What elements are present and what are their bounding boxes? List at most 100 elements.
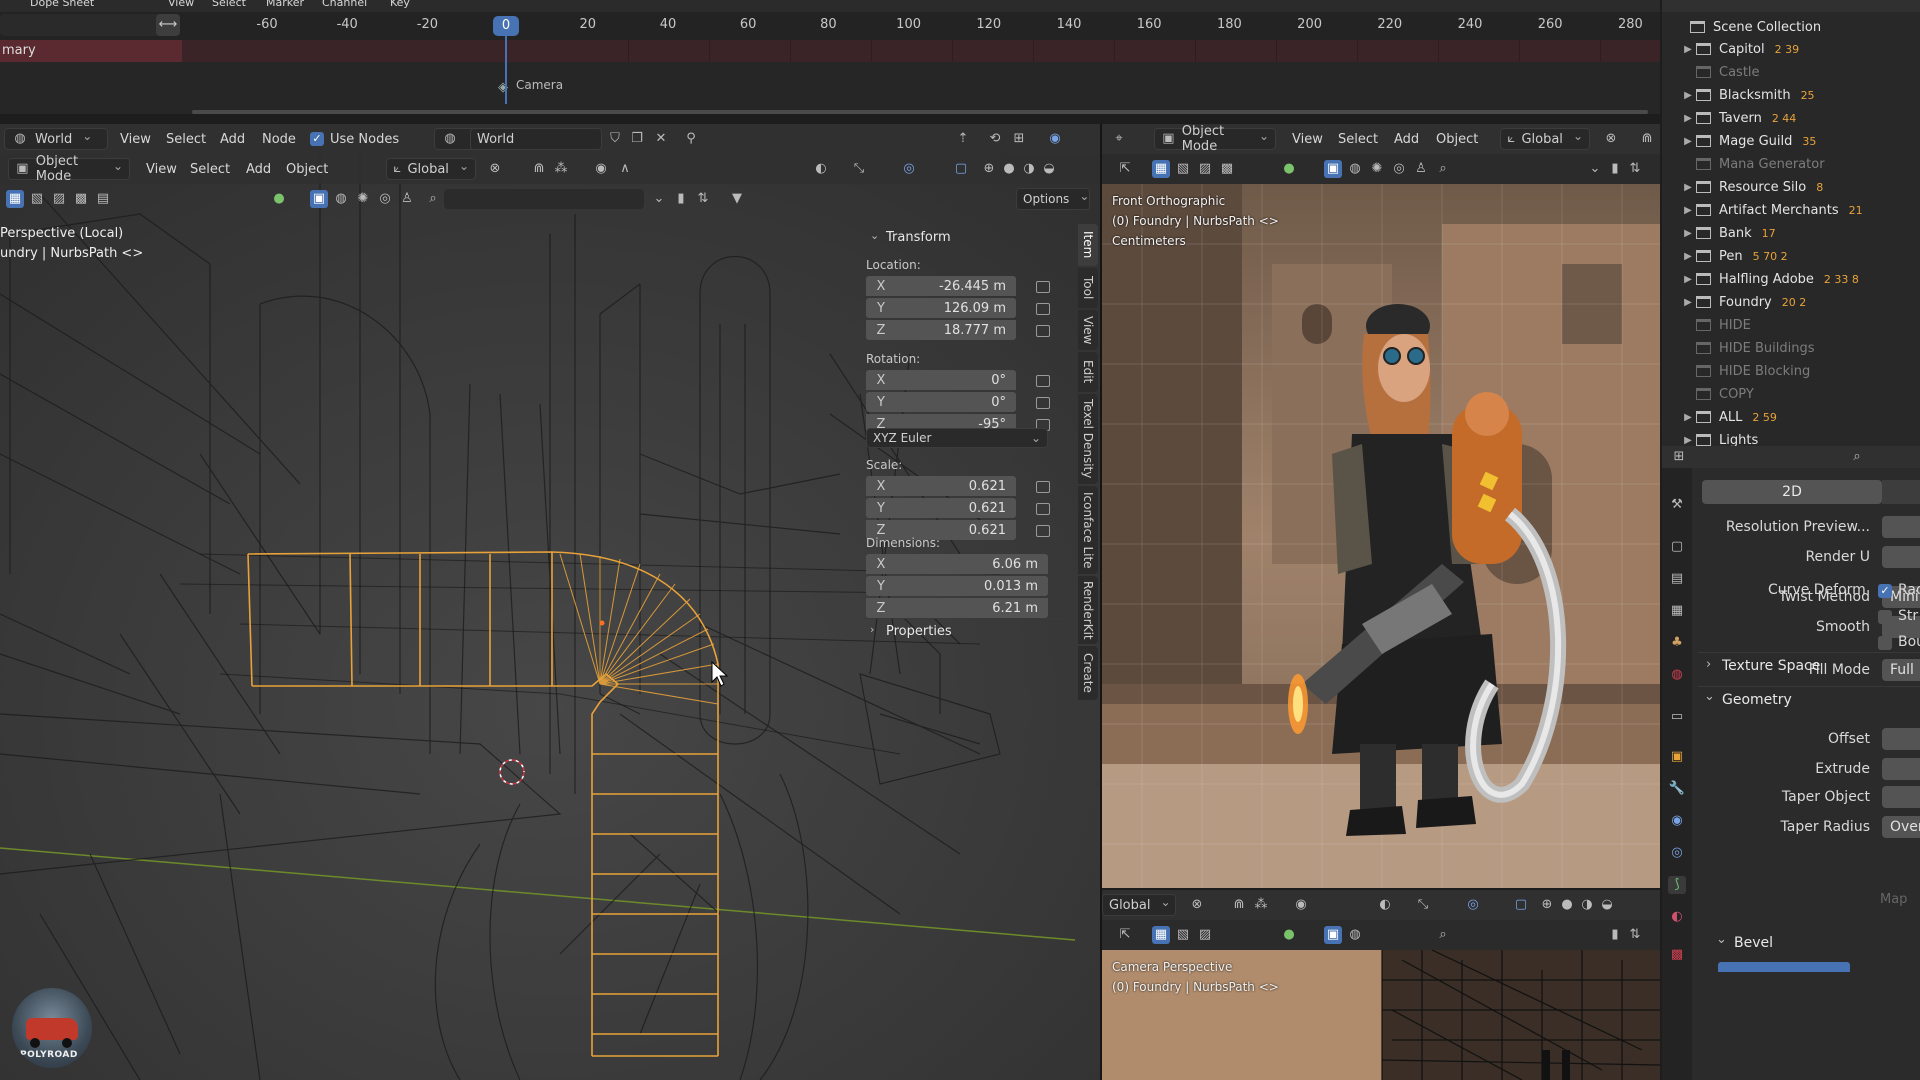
proportional-edit-icon[interactable]: ◉: [1292, 896, 1310, 914]
select-subtract-icon[interactable]: ▨: [1196, 926, 1214, 944]
dopesheet-search[interactable]: [0, 14, 180, 36]
mesh-filter-icon[interactable]: ▣: [1324, 926, 1342, 944]
select-box-icon[interactable]: ▦: [1152, 926, 1170, 944]
object-tab-icon[interactable]: ▣: [1668, 748, 1686, 766]
unlink-icon[interactable]: ✕: [652, 130, 670, 148]
geometry-prop-field[interactable]: [1882, 758, 1920, 780]
outliner-collection[interactable]: ▶ Mage Guild 35: [1680, 130, 1920, 152]
outliner-collection[interactable]: ▶ Lights: [1680, 429, 1920, 446]
lock-icon[interactable]: [1036, 281, 1050, 293]
tool-tab-icon[interactable]: ⚒: [1668, 496, 1686, 514]
location-field-x[interactable]: X -26.445 m: [866, 276, 1016, 296]
scale-field-y[interactable]: Y 0.621: [866, 498, 1016, 518]
rotation-mode-dropdown[interactable]: XYZ Euler ⌄: [866, 428, 1048, 448]
lock-icon[interactable]: [1036, 325, 1050, 337]
outliner-collection[interactable]: ▶ Foundry 20 2: [1680, 291, 1920, 313]
material-shading-icon[interactable]: ◑: [1578, 896, 1596, 914]
select-subtract-icon[interactable]: ▨: [1196, 160, 1214, 178]
expand-arrow-icon[interactable]: ▶: [1680, 182, 1696, 193]
collection-tab-icon[interactable]: ▭: [1668, 708, 1686, 726]
outliner-collection[interactable]: HIDE Buildings: [1680, 337, 1920, 359]
rotation-field-y[interactable]: Y 0°: [866, 392, 1016, 412]
dimensions-field-y[interactable]: Y 0.013 m: [866, 576, 1048, 596]
prop-field[interactable]: [1882, 516, 1920, 538]
empty-filter-icon[interactable]: ♙: [398, 190, 416, 208]
dopesheet-ruler[interactable]: ⟷ -60 -40 -20 20 40 60 80 100 120 140 160 180 200 220…: [0, 12, 1660, 40]
snap-target-icon[interactable]: ⁂: [552, 160, 570, 178]
chevron-down-icon[interactable]: ⌄: [1586, 160, 1604, 178]
right-menu-select[interactable]: Select: [1338, 124, 1378, 154]
right-menu-view[interactable]: View: [1292, 124, 1323, 154]
duplicate-icon[interactable]: ❐: [628, 130, 646, 148]
pivot-icon[interactable]: ⊗: [1602, 130, 1620, 148]
empty-filter-icon[interactable]: ♙: [1412, 160, 1430, 178]
right-menu-add[interactable]: Add: [1394, 124, 1419, 154]
color-picker-icon[interactable]: ●: [270, 190, 288, 208]
rotation-field-x[interactable]: X 0°: [866, 370, 1016, 390]
snap-magnet-icon[interactable]: ⋒: [1638, 130, 1656, 148]
curve-deform-checkbox[interactable]: [1878, 636, 1892, 650]
gizmo-icon[interactable]: ⤡: [850, 160, 868, 178]
outliner-collection[interactable]: ▶ Blacksmith 25: [1680, 84, 1920, 106]
camera-filter-icon[interactable]: ◎: [1390, 160, 1408, 178]
color-picker-icon[interactable]: ●: [1280, 926, 1298, 944]
snap-grid-icon[interactable]: ⊞: [1010, 130, 1028, 148]
select-box-icon[interactable]: ▦: [6, 190, 24, 208]
lock-icon[interactable]: [1036, 303, 1050, 315]
transform-icon[interactable]: ⇱: [1116, 926, 1134, 944]
options-dropdown[interactable]: Options: [1016, 188, 1090, 210]
n-panel-tab-iconface-lite[interactable]: Iconface Lite: [1078, 486, 1098, 574]
scale-field-x[interactable]: X 0.621: [866, 476, 1016, 496]
location-field-y[interactable]: Y 126.09 m: [866, 298, 1016, 318]
dopesheet-editor-label[interactable]: Dope Sheet: [30, 0, 94, 9]
snap-magnet-icon[interactable]: ⋒: [530, 160, 548, 178]
search-input[interactable]: [444, 189, 644, 209]
pin-icon[interactable]: ⚲: [682, 130, 700, 148]
viewport-menu-select[interactable]: Select: [190, 154, 230, 184]
viewport-right-top[interactable]: ⇱ ▦ ▧ ▨ ▩ ● ▣ ◍ ✺ ◎ ♙ ⌕ ⌄ ▮ ⇅ Front Orth…: [1102, 154, 1660, 888]
lock-icon[interactable]: [1036, 503, 1050, 515]
solid-shading-icon[interactable]: ●: [1000, 160, 1018, 178]
outliner-collection[interactable]: ▶ Artifact Merchants 21: [1680, 199, 1920, 221]
select-extend-icon[interactable]: ▧: [28, 190, 46, 208]
viewport-left[interactable]: ▣ Object Mode View Select Add Object ⟀ G…: [0, 154, 1100, 1080]
rendered-shading-icon[interactable]: ◒: [1598, 896, 1616, 914]
sort-icon[interactable]: ⇅: [694, 190, 712, 208]
expand-arrow-icon[interactable]: ▶: [1680, 251, 1696, 262]
node-menu-select[interactable]: Select: [166, 124, 206, 154]
curve-deform-checkbox[interactable]: ✓: [1878, 584, 1892, 598]
node-menu-add[interactable]: Add: [220, 124, 245, 154]
texture-space-panel-header[interactable]: › Texture Space: [1698, 652, 1920, 676]
right-menu-object[interactable]: Object: [1436, 124, 1478, 154]
sort-icon[interactable]: ⇅: [1626, 160, 1644, 178]
expand-arrow-icon[interactable]: ▶: [1680, 412, 1696, 423]
viewport-menu-add[interactable]: Add: [246, 154, 271, 184]
mode-3d-button[interactable]: [1882, 480, 1920, 504]
outliner-collection[interactable]: HIDE: [1680, 314, 1920, 336]
dimensions-field-z[interactable]: Z 6.21 m: [866, 598, 1048, 618]
pivot-icon[interactable]: ⊗: [486, 160, 504, 178]
n-panel-tab-item[interactable]: Item: [1078, 224, 1098, 266]
visibility-icon[interactable]: ◐: [812, 160, 830, 178]
overlays-icon[interactable]: ◎: [900, 160, 918, 178]
n-panel-tab-view[interactable]: View: [1078, 310, 1098, 350]
outliner-collection[interactable]: ▶ Pen 5 70 2: [1680, 245, 1920, 267]
select-intersect-icon[interactable]: ▩: [1218, 160, 1236, 178]
visibility-icon[interactable]: ◐: [1376, 896, 1394, 914]
curve-deform-checkbox[interactable]: [1878, 610, 1892, 624]
outliner-collection[interactable]: COPY: [1680, 383, 1920, 405]
viewport-right-bottom[interactable]: ⇱ ▦ ▧ ▨ ● ▣ ◍ ⌕ ▮ ⇅ Camera Perspective (…: [1102, 920, 1660, 1080]
outliner-collection[interactable]: ▶ Capitol 2 39: [1680, 38, 1920, 60]
orientation-dropdown-right[interactable]: ⟀ Global: [1500, 128, 1590, 150]
filter-icon[interactable]: ▼: [728, 190, 746, 208]
orientation-dropdown[interactable]: ⟀ Global: [386, 158, 476, 180]
render-tab-icon[interactable]: ▢: [1668, 538, 1686, 556]
summary-channel[interactable]: mary: [0, 40, 182, 62]
expand-arrow-icon[interactable]: ▶: [1680, 435, 1696, 446]
transform-icon[interactable]: ⇱: [1116, 160, 1134, 178]
expand-arrow-icon[interactable]: ▶: [1680, 228, 1696, 239]
select-subtract-icon[interactable]: ▨: [50, 190, 68, 208]
search-icon[interactable]: ⌕: [1434, 160, 1452, 178]
particles-tab-icon[interactable]: ◉: [1668, 812, 1686, 830]
mesh-filter-icon[interactable]: ▣: [310, 190, 328, 208]
